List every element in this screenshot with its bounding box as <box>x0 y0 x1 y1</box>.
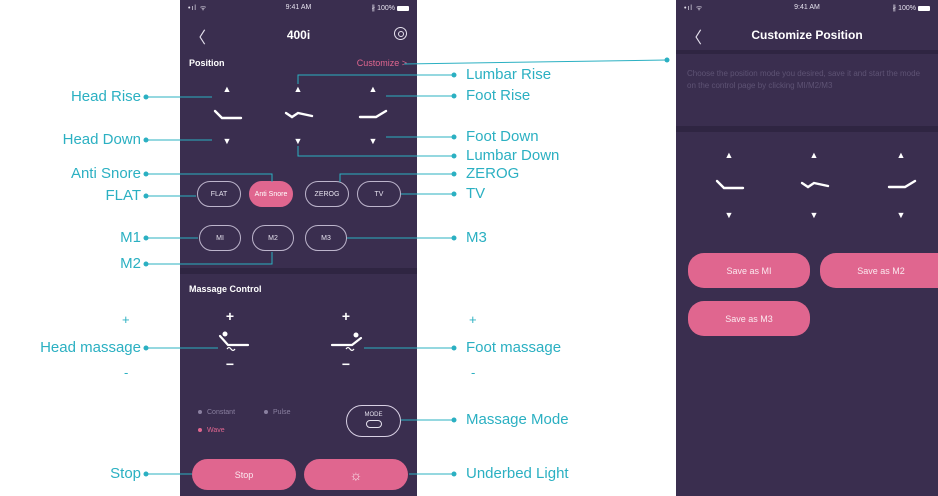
callout-head-down: Head Down <box>62 131 141 148</box>
callout-m1: M1 <box>120 229 141 246</box>
callout-massage-mode: Massage Mode <box>466 411 569 428</box>
callout-m2: M2 <box>120 255 141 272</box>
callout-foot-massage: Foot massage <box>466 339 562 356</box>
callout-underbed-light: Underbed Light <box>466 465 569 482</box>
callout-anti-snore: Anti Snore <box>70 165 141 182</box>
callout-tv: TV <box>466 185 486 202</box>
callout-head-plus: + <box>122 312 130 327</box>
callout-head-minus: - <box>124 365 129 380</box>
callout-foot-rise: Foot Rise <box>466 87 531 104</box>
callout-head-rise: Head Rise <box>70 88 141 105</box>
callout-foot-minus: - <box>471 365 476 380</box>
callout-m3: M3 <box>466 229 487 246</box>
callout-zerog: ZEROG <box>466 165 520 182</box>
callout-foot-down: Foot Down <box>466 128 539 145</box>
callout-lumbar-rise: Lumbar Rise <box>466 66 552 83</box>
callout-stop: Stop <box>110 465 141 482</box>
callout-foot-plus: + <box>469 312 477 327</box>
callout-flat: FLAT <box>105 187 141 204</box>
callout-lumbar-down: Lumbar Down <box>466 147 560 164</box>
callout-head-massage: Head massage <box>40 339 141 356</box>
